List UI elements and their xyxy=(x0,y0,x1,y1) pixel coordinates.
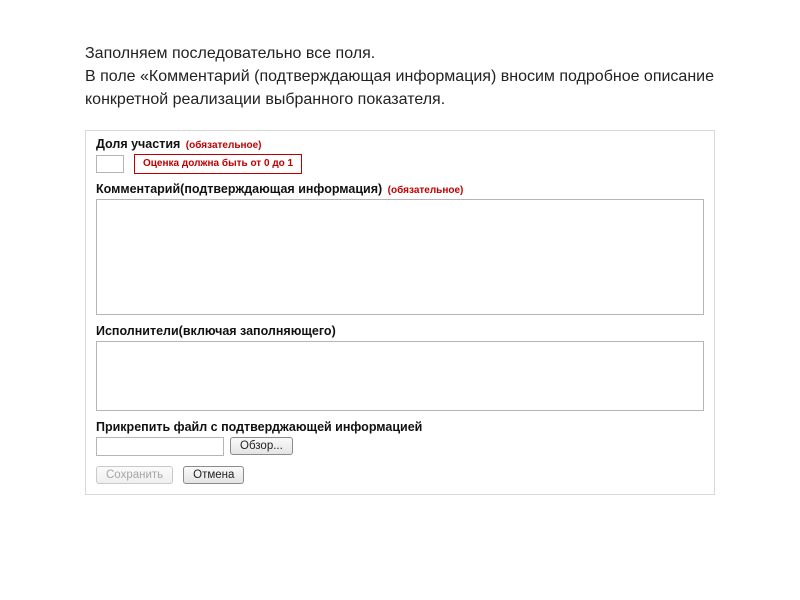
performers-field-block: Исполнители(включая заполняющего) xyxy=(96,324,704,414)
button-row: Сохранить Отмена xyxy=(96,466,704,484)
file-row: Обзор... xyxy=(96,437,704,456)
share-row: Оценка должна быть от 0 до 1 xyxy=(96,154,704,174)
share-warning: Оценка должна быть от 0 до 1 xyxy=(134,154,302,174)
form-container: Доля участия (обязательное) Оценка должн… xyxy=(85,130,715,495)
comment-field-block: Комментарий(подтверждающая информация) (… xyxy=(96,182,704,318)
share-input[interactable] xyxy=(96,155,124,173)
save-button: Сохранить xyxy=(96,466,173,484)
attach-label: Прикрепить файл с подтверджающей информа… xyxy=(96,420,704,434)
attach-field-block: Прикрепить файл с подтверджающей информа… xyxy=(96,420,704,456)
share-label-text: Доля участия xyxy=(96,137,180,151)
file-path-input[interactable] xyxy=(96,437,224,456)
cancel-button[interactable]: Отмена xyxy=(183,466,244,484)
share-required-text: (обязательное) xyxy=(186,140,262,151)
instruction-text: Заполняем последовательно все поля. В по… xyxy=(85,42,715,112)
performers-label: Исполнители(включая заполняющего) xyxy=(96,324,704,338)
performers-textarea[interactable] xyxy=(96,341,704,411)
comment-label-text: Комментарий(подтверждающая информация) xyxy=(96,182,382,196)
browse-button[interactable]: Обзор... xyxy=(230,437,293,455)
comment-label: Комментарий(подтверждающая информация) (… xyxy=(96,182,704,196)
share-label: Доля участия (обязательное) xyxy=(96,137,704,151)
share-field-block: Доля участия (обязательное) Оценка должн… xyxy=(96,137,704,174)
comment-required-text: (обязательное) xyxy=(388,185,464,196)
comment-textarea[interactable] xyxy=(96,199,704,315)
